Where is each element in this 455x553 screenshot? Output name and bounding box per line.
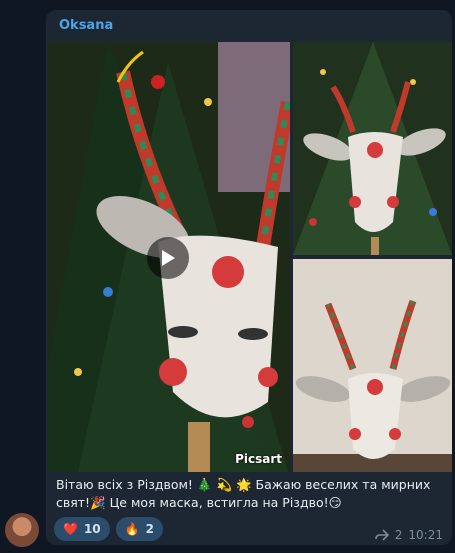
heart-icon: ❤️ — [63, 522, 78, 536]
reactions-bar: ❤️ 10 🔥 2 — [54, 517, 163, 541]
reaction-count: 2 — [145, 522, 154, 536]
reaction-count: 10 — [83, 522, 101, 536]
photo-thumbnail[interactable] — [293, 42, 452, 255]
forward-icon — [374, 529, 389, 541]
video-thumbnail[interactable]: Picsart — [48, 42, 290, 472]
caption-line: свят!🎉 Це моя маска, встигла на Різдво!😏 — [56, 495, 342, 510]
play-button[interactable] — [147, 237, 189, 279]
fire-icon: 🔥 — [124, 522, 140, 536]
reaction-fire[interactable]: 🔥 2 — [115, 517, 163, 541]
forward-count: 2 — [394, 528, 403, 542]
message-caption: Вітаю всіх з Різдвом! 🎄 💫 🌟 Бажаю весели… — [56, 476, 444, 512]
media-album: Picsart — [46, 42, 452, 472]
message-time: 10:21 — [408, 528, 443, 542]
sender-name[interactable]: Oksana — [59, 18, 113, 33]
message-meta: 2 10:21 — [374, 528, 443, 542]
watermark: Picsart — [235, 452, 282, 466]
caption-line: Вітаю всіх з Різдвом! 🎄 💫 🌟 Бажаю весели… — [56, 477, 431, 492]
photo-thumbnail[interactable] — [293, 259, 452, 472]
reaction-heart[interactable]: ❤️ 10 — [54, 517, 110, 541]
play-icon — [162, 250, 175, 266]
avatar[interactable] — [5, 513, 39, 547]
message-bubble: Oksana Picsart Вітаю всіх з Різдвом! 🎄 💫… — [46, 10, 452, 545]
